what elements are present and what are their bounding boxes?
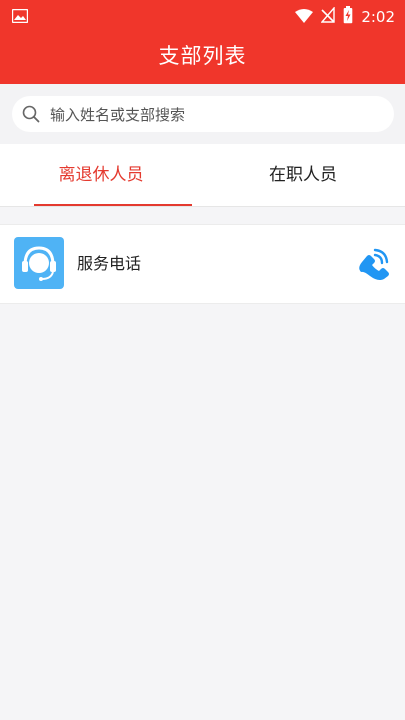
call-button[interactable] [353, 244, 393, 284]
phone-call-icon [359, 248, 389, 280]
status-time: 2:02 [361, 8, 395, 26]
search-area [0, 84, 405, 144]
customer-service-headset-icon [14, 237, 64, 289]
page-title: 支部列表 [158, 44, 247, 68]
tab-employed-label: 在职人员 [269, 165, 337, 185]
tab-retired-label: 离退休人员 [58, 165, 144, 185]
image-notification-icon [11, 8, 29, 27]
tab-retired[interactable]: 离退休人员 [0, 144, 202, 206]
status-bar: 2:02 [0, 0, 405, 32]
branch-list: 服务电话 [0, 224, 405, 304]
search-input[interactable] [48, 96, 382, 134]
battery-charging-icon [343, 6, 353, 28]
tab-bar: 离退休人员 在职人员 [0, 144, 405, 207]
wifi-icon [295, 8, 314, 27]
search-box[interactable] [12, 96, 394, 134]
tab-employed[interactable]: 在职人员 [202, 144, 404, 206]
app-header: 支部列表 [0, 32, 405, 84]
list-item-label: 服务电话 [77, 254, 142, 273]
list-item[interactable]: 服务电话 [0, 225, 405, 303]
no-signal-icon [320, 6, 336, 27]
search-icon [22, 105, 40, 127]
active-tab-indicator [34, 204, 192, 206]
